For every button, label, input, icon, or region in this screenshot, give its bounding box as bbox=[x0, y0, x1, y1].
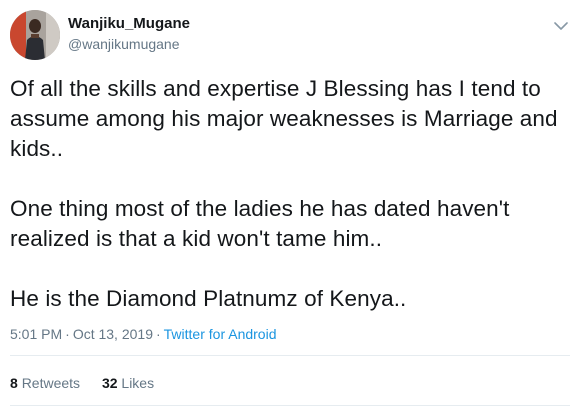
avatar[interactable] bbox=[10, 10, 60, 60]
retweets-label: Retweets bbox=[21, 375, 81, 391]
tweet-source-link[interactable]: Twitter for Android bbox=[164, 326, 277, 342]
retweets-stat[interactable]: 8 Retweets bbox=[10, 375, 80, 391]
chevron-down-icon[interactable] bbox=[554, 18, 568, 30]
profile-photo bbox=[10, 10, 60, 60]
retweets-count: 8 bbox=[10, 375, 18, 391]
divider bbox=[10, 405, 570, 406]
tweet-paragraph: Of all the skills and expertise J Blessi… bbox=[10, 76, 558, 161]
meta-separator: · bbox=[65, 326, 70, 342]
meta-separator: · bbox=[155, 326, 161, 342]
likes-label: Likes bbox=[121, 375, 155, 391]
tweet-card: Wanjiku_Mugane @wanjikumugane Of all the… bbox=[0, 0, 580, 415]
tweet-paragraph: One thing most of the ladies he has date… bbox=[10, 196, 510, 251]
tweet-stats: 8 Retweets 32 Likes bbox=[10, 375, 172, 391]
tweet-metadata: 5:01 PM · Oct 13, 2019 · Twitter for Android bbox=[10, 326, 276, 342]
tweet-text: Of all the skills and expertise J Blessi… bbox=[10, 74, 570, 314]
likes-count: 32 bbox=[101, 375, 118, 391]
tweet-timestamp[interactable]: 5:01 PM · Oct 13, 2019 bbox=[10, 326, 153, 342]
divider bbox=[10, 355, 570, 356]
author-handle[interactable]: @wanjikumugane bbox=[68, 36, 180, 52]
tweet-paragraph: He is the Diamond Platnumz of Kenya.. bbox=[10, 286, 407, 311]
author-display-name[interactable]: Wanjiku_Mugane bbox=[68, 15, 190, 32]
likes-stat[interactable]: 32 Likes bbox=[102, 375, 154, 391]
tweet-date: Oct 13, 2019 bbox=[72, 326, 153, 342]
tweet-time: 5:01 PM bbox=[10, 326, 63, 342]
